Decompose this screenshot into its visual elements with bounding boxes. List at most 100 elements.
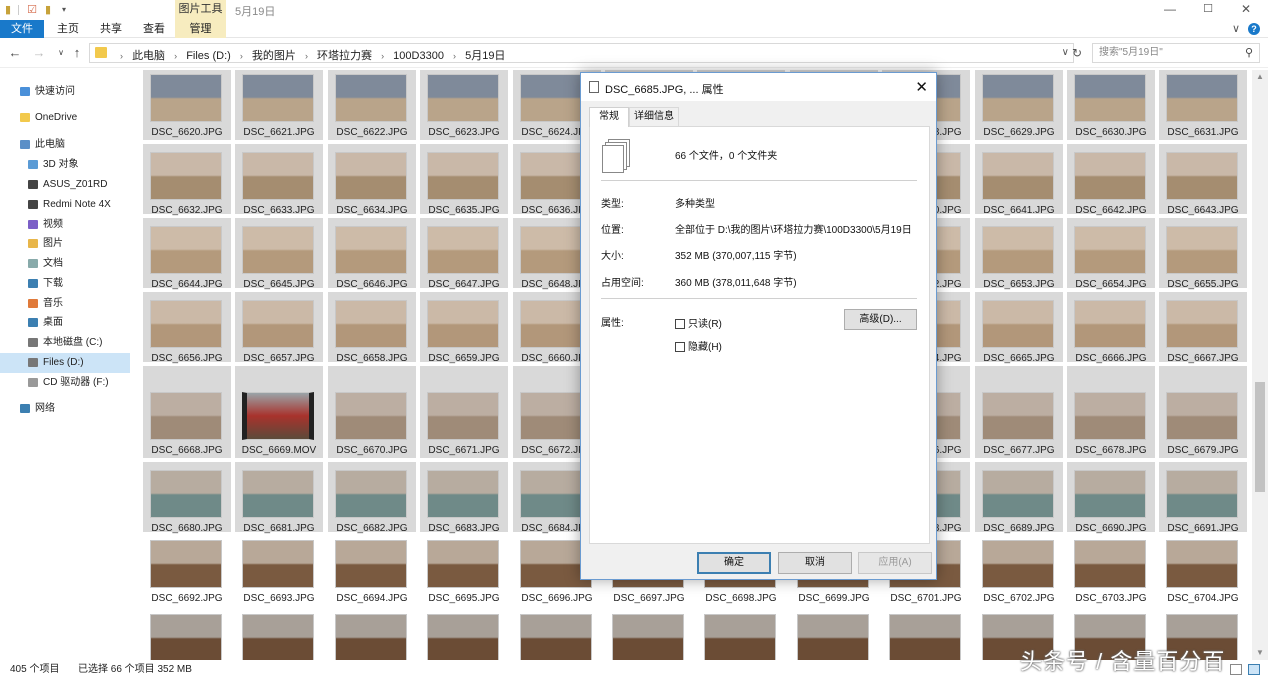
scrollbar-thumb[interactable] [1255,382,1265,492]
cancel-button[interactable]: 取消 [778,552,852,574]
tab-view[interactable]: 查看 [139,20,169,38]
maximize-icon[interactable]: ☐ [1188,0,1228,20]
file-item[interactable]: DSC_6646.JPG [328,218,416,290]
file-item[interactable]: DSC_6623.JPG [420,70,508,140]
file-item[interactable]: DSC_6702.JPG [975,536,1063,606]
scroll-down-icon[interactable]: ▼ [1252,648,1268,657]
file-item[interactable]: DSC_6621.JPG [235,70,323,140]
ribbon-expand-icon[interactable]: ∨ [1232,22,1240,35]
file-item[interactable]: DSC_6633.JPG [235,144,323,216]
breadcrumb-item[interactable]: 我的图片 [252,50,296,62]
file-item[interactable] [420,610,508,660]
file-item[interactable]: DSC_6655.JPG [1159,218,1247,290]
tab-file[interactable]: 文件 [0,20,44,38]
file-item[interactable]: DSC_6669.MOV [235,366,323,458]
file-item[interactable] [235,610,323,660]
file-item[interactable]: DSC_6645.JPG [235,218,323,290]
file-item[interactable]: DSC_6690.JPG [1067,462,1155,534]
tab-share[interactable]: 共享 [96,20,126,38]
file-item[interactable]: DSC_6635.JPG [420,144,508,216]
file-item[interactable]: DSC_6694.JPG [328,536,416,606]
file-item[interactable]: DSC_6689.JPG [975,462,1063,534]
recent-locations-chevron-icon[interactable]: ∨ [54,46,68,60]
sidebar-item[interactable]: 桌面 [0,313,130,333]
ok-button[interactable]: 确定 [697,552,771,574]
search-icon[interactable]: ⚲ [1245,44,1253,62]
back-arrow-icon[interactable]: ← [8,46,22,60]
sidebar-item[interactable]: 本地磁盘 (C:) [0,333,130,353]
folder-icon[interactable]: ▮ [2,3,14,17]
file-item[interactable]: DSC_6620.JPG [143,70,231,140]
sidebar-item[interactable]: ASUS_Z01RD [0,175,130,195]
sidebar-item[interactable]: 音乐 [0,294,130,314]
hidden-checkbox[interactable]: 隐藏(H) [675,338,722,353]
sidebar-item[interactable]: 此电脑 [0,135,130,155]
file-item[interactable]: DSC_6680.JPG [143,462,231,534]
checkbox-box[interactable] [675,319,685,330]
breadcrumb-item[interactable]: 此电脑 [132,50,165,62]
file-item[interactable]: DSC_6666.JPG [1067,292,1155,364]
file-item[interactable]: DSC_6682.JPG [328,462,416,534]
file-item[interactable]: DSC_6704.JPG [1159,536,1247,606]
search-input[interactable]: 搜索"5月19日" ⚲ [1092,43,1260,63]
file-item[interactable] [328,610,416,660]
file-item[interactable]: DSC_6659.JPG [420,292,508,364]
help-icon[interactable]: ? [1248,23,1260,35]
file-item[interactable]: DSC_6653.JPG [975,218,1063,290]
tab-details[interactable]: 详细信息 [629,107,679,126]
file-item[interactable]: DSC_6656.JPG [143,292,231,364]
forward-arrow-icon[interactable]: → [32,46,46,60]
minimize-icon[interactable]: — [1150,0,1190,20]
address-bar[interactable]: › 此电脑 › Files (D:) › 我的图片 › 环塔拉力赛 › 100D… [89,43,1074,63]
file-item[interactable]: DSC_6681.JPG [235,462,323,534]
breadcrumb-item[interactable]: 环塔拉力赛 [317,50,372,62]
file-item[interactable] [513,610,601,660]
sidebar-item[interactable]: OneDrive [0,108,130,128]
address-dropdown-icon[interactable]: ∨ [1062,47,1069,58]
file-item[interactable]: DSC_6654.JPG [1067,218,1155,290]
file-item[interactable]: DSC_6695.JPG [420,536,508,606]
file-item[interactable]: DSC_6691.JPG [1159,462,1247,534]
file-item[interactable]: DSC_6703.JPG [1067,536,1155,606]
file-item[interactable]: DSC_6668.JPG [143,366,231,458]
file-item[interactable]: DSC_6679.JPG [1159,366,1247,458]
file-item[interactable]: DSC_6630.JPG [1067,70,1155,140]
file-item[interactable] [790,610,878,660]
readonly-checkbox[interactable]: 只读(R) [675,315,722,330]
new-folder-icon[interactable]: ▮ [42,3,54,17]
file-item[interactable]: DSC_6658.JPG [328,292,416,364]
file-item[interactable]: DSC_6644.JPG [143,218,231,290]
close-icon[interactable]: ✕ [915,78,928,96]
refresh-icon[interactable]: ↻ [1072,46,1082,60]
file-item[interactable]: DSC_6671.JPG [420,366,508,458]
close-icon[interactable]: ✕ [1226,0,1266,20]
sidebar-item[interactable]: Files (D:) [0,353,130,373]
file-item[interactable]: DSC_6693.JPG [235,536,323,606]
file-item[interactable]: DSC_6622.JPG [328,70,416,140]
tab-general[interactable]: 常规 [589,107,629,127]
file-item[interactable] [697,610,785,660]
checkbox-box[interactable] [675,342,685,353]
apply-button[interactable]: 应用(A) [858,552,932,574]
sidebar-item[interactable]: 下载 [0,274,130,294]
file-item[interactable]: DSC_6667.JPG [1159,292,1247,364]
breadcrumb-item[interactable]: 5月19日 [465,50,505,62]
file-item[interactable]: DSC_6678.JPG [1067,366,1155,458]
breadcrumb-item[interactable]: Files (D:) [186,50,231,62]
file-item[interactable]: DSC_6643.JPG [1159,144,1247,216]
file-item[interactable] [605,610,693,660]
scroll-up-icon[interactable]: ▲ [1252,72,1268,81]
up-arrow-icon[interactable]: ↑ [70,46,84,60]
sidebar-item[interactable]: 快速访问 [0,82,130,102]
sidebar-item[interactable]: Redmi Note 4X [0,195,130,215]
large-icons-view-icon[interactable] [1248,664,1260,675]
sidebar-item[interactable]: 文档 [0,254,130,274]
sidebar-item[interactable]: 图片 [0,234,130,254]
file-item[interactable]: DSC_6657.JPG [235,292,323,364]
sidebar-item[interactable]: CD 驱动器 (F:) [0,373,130,393]
file-item[interactable]: DSC_6692.JPG [143,536,231,606]
tab-home[interactable]: 主页 [53,20,83,38]
file-item[interactable]: DSC_6670.JPG [328,366,416,458]
file-item[interactable]: DSC_6632.JPG [143,144,231,216]
customize-arrow-icon[interactable]: ▾ [58,3,70,17]
